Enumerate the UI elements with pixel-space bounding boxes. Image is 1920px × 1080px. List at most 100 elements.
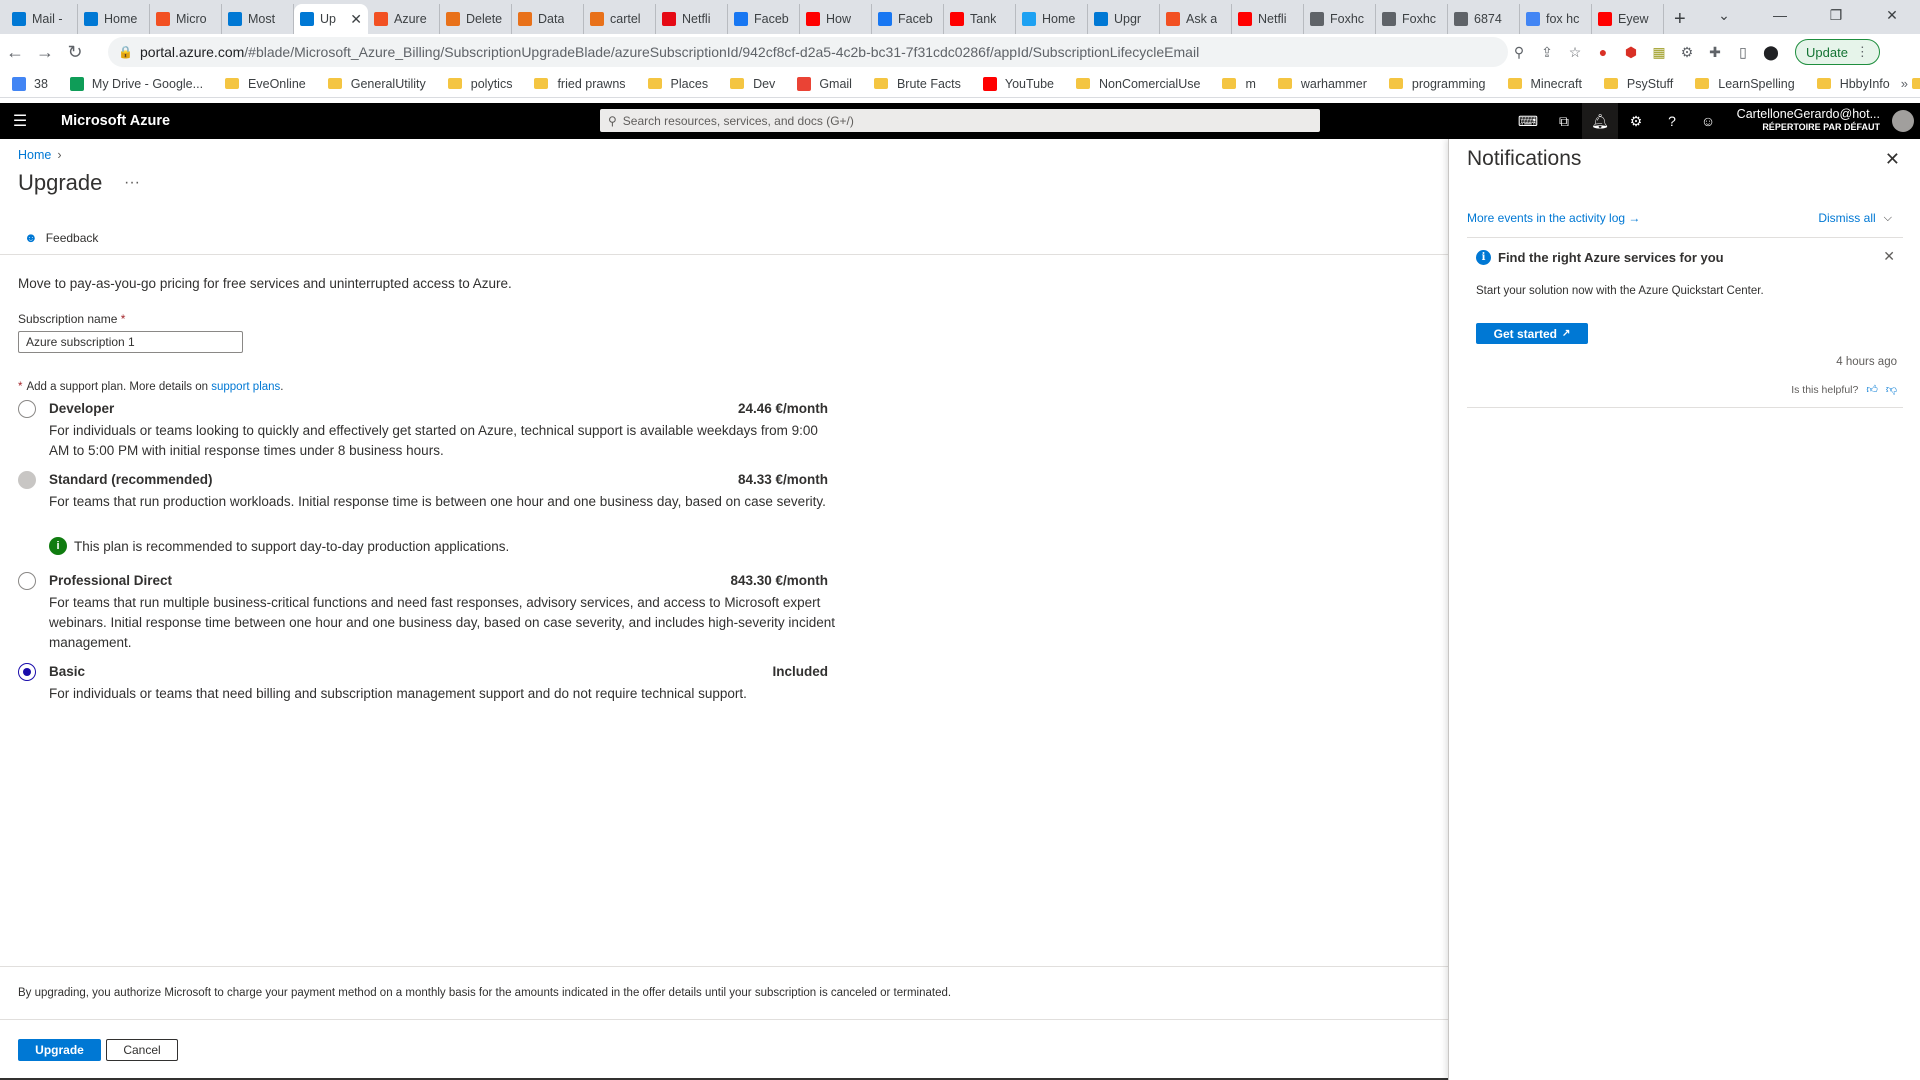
bookmark-item[interactable]: GameAssets	[1911, 77, 1920, 91]
browser-tab[interactable]: Tank	[944, 4, 1016, 34]
feedback-button[interactable]: ☻ Feedback	[24, 230, 98, 245]
browser-tab[interactable]: Foxhc	[1376, 4, 1448, 34]
bookmarks-overflow-icon[interactable]: »	[1901, 76, 1908, 91]
notes-extension-icon[interactable]: ▦	[1645, 44, 1673, 61]
notifications-bell-icon[interactable]: 🔔︎	[1582, 103, 1618, 139]
browser-tab[interactable]: Data	[512, 4, 584, 34]
browser-tab[interactable]: Most	[222, 4, 294, 34]
restore-button[interactable]: ❐	[1808, 0, 1864, 30]
browser-tab[interactable]: fox hc	[1520, 4, 1592, 34]
cancel-button[interactable]: Cancel	[106, 1039, 178, 1061]
thumbs-up-icon[interactable]: 👍︎	[1866, 383, 1878, 396]
browser-tab[interactable]: Upgr	[1088, 4, 1160, 34]
browser-tab[interactable]: Faceb	[728, 4, 800, 34]
breadcrumb-home-link[interactable]: Home	[18, 148, 51, 162]
share-icon[interactable]: ⇪	[1533, 44, 1561, 61]
directory-filter-icon[interactable]: ⧉	[1546, 103, 1582, 139]
plan-professional-direct-radio[interactable]	[18, 572, 36, 590]
plan-developer-radio[interactable]	[18, 400, 36, 418]
opera-extension-icon[interactable]: ●	[1589, 44, 1617, 60]
bookmark-item[interactable]: Brute Facts	[873, 77, 961, 91]
profile-avatar-icon[interactable]: ⬤	[1757, 44, 1785, 61]
bookmark-item[interactable]: warhammer	[1277, 77, 1367, 91]
browser-tab[interactable]: Eyew	[1592, 4, 1664, 34]
zoom-icon[interactable]: ⚲	[1505, 44, 1533, 61]
browser-tab[interactable]: Foxhc	[1304, 4, 1376, 34]
plan-basic-radio[interactable]	[18, 663, 36, 681]
bookmark-item[interactable]: fried prawns	[534, 77, 626, 91]
browser-tab[interactable]: Delete	[440, 4, 512, 34]
bookmark-item[interactable]: GeneralUtility	[327, 77, 426, 91]
bookmark-item[interactable]: EveOnline	[225, 77, 306, 91]
back-button[interactable]: ←	[0, 42, 30, 63]
bookmark-item[interactable]: polytics	[447, 77, 512, 91]
browser-tab[interactable]: Mail -	[6, 4, 78, 34]
help-icon[interactable]: ?	[1654, 103, 1690, 139]
browser-tab[interactable]: Azure	[368, 4, 440, 34]
tab-label: Faceb	[898, 12, 933, 26]
browser-tab[interactable]: Netfli	[1232, 4, 1304, 34]
update-label: Update	[1806, 44, 1848, 60]
bookmark-item[interactable]: Gmail	[797, 76, 852, 91]
subscription-name-input[interactable]	[18, 331, 243, 353]
browser-tab[interactable]: Up ✕	[294, 4, 368, 34]
close-icon[interactable]: ✕	[1885, 149, 1900, 170]
tab-search-icon[interactable]: ⌄	[1696, 0, 1752, 30]
bookmark-item[interactable]: Minecraft	[1507, 77, 1582, 91]
update-button[interactable]: Update ⋮	[1795, 39, 1880, 65]
side-panel-icon[interactable]: ▯	[1729, 44, 1757, 61]
global-search-input[interactable]: ⚲ Search resources, services, and docs (…	[600, 109, 1320, 132]
cloud-shell-icon[interactable]: ⌨	[1510, 103, 1546, 139]
browser-tab[interactable]: Ask a	[1160, 4, 1232, 34]
tab-close-icon[interactable]: ✕	[350, 11, 362, 28]
adblock-extension-icon[interactable]: ⬢	[1617, 44, 1645, 61]
browser-tab[interactable]: Micro	[150, 4, 222, 34]
account-info[interactable]: CartelloneGerardo@hot... RÉPERTOIRE PAR …	[1737, 108, 1880, 134]
bookmark-item[interactable]: Dev	[730, 77, 775, 91]
browser-tab[interactable]: Netfli	[656, 4, 728, 34]
brand-logo-text[interactable]: Microsoft Azure	[61, 113, 170, 129]
bookmark-item[interactable]: Places	[647, 77, 708, 91]
browser-tab[interactable]: cartel	[584, 4, 656, 34]
browser-tab[interactable]: How	[800, 4, 872, 34]
dismiss-all-button[interactable]: Dismiss all ⌵	[1818, 211, 1892, 225]
plan-name: Professional Direct	[49, 573, 173, 588]
dismiss-notification-icon[interactable]: ✕	[1883, 248, 1895, 265]
new-tab-button[interactable]: +	[1674, 4, 1686, 34]
minimize-button[interactable]: —	[1752, 0, 1808, 30]
bookmark-star-icon[interactable]: ☆	[1561, 44, 1589, 61]
more-options-button[interactable]: ···	[124, 174, 140, 192]
support-plans-link[interactable]: support plans	[211, 381, 280, 393]
bookmark-item[interactable]: YouTube	[982, 76, 1054, 91]
url-input[interactable]: 🔒 portal.azure.com/#blade/Microsoft_Azur…	[108, 37, 1508, 67]
bookmark-item[interactable]: NonComercialUse	[1076, 77, 1200, 91]
get-started-button[interactable]: Get started ↗	[1476, 323, 1588, 344]
bookmark-item[interactable]: m	[1222, 77, 1256, 91]
extension-icon[interactable]: ⚙	[1673, 44, 1701, 61]
browser-tab[interactable]: Home	[78, 4, 150, 34]
tab-favicon-icon	[156, 12, 170, 26]
forward-button[interactable]: →	[30, 42, 60, 63]
settings-gear-icon[interactable]: ⚙	[1618, 103, 1654, 139]
reload-button[interactable]: ↻	[60, 42, 90, 63]
feedback-icon[interactable]: ☺	[1690, 103, 1726, 139]
hamburger-menu-icon[interactable]: ☰	[0, 111, 40, 131]
bookmark-item[interactable]: HbbyInfo	[1816, 77, 1890, 91]
browser-tab[interactable]: 6874	[1448, 4, 1520, 34]
close-window-button[interactable]: ✕	[1864, 0, 1920, 30]
bookmark-item[interactable]: PsyStuff	[1603, 77, 1673, 91]
bookmark-item[interactable]: 38	[12, 76, 48, 91]
bookmark-item[interactable]: My Drive - Google...	[69, 76, 203, 91]
chevron-down-icon[interactable]: ⌵	[1884, 212, 1892, 225]
activity-log-link[interactable]: More events in the activity log →	[1467, 211, 1640, 225]
bookmark-item[interactable]: LearnSpelling	[1695, 77, 1795, 91]
upgrade-button[interactable]: Upgrade	[18, 1039, 101, 1061]
browser-tab[interactable]: Faceb	[872, 4, 944, 34]
breadcrumb-separator: ›	[57, 148, 62, 162]
thumbs-down-icon[interactable]: 👎︎	[1886, 383, 1897, 396]
tab-label: Upgr	[1114, 12, 1142, 26]
avatar[interactable]	[1892, 110, 1914, 132]
puzzle-extensions-icon[interactable]: ✚	[1701, 44, 1729, 61]
browser-tab[interactable]: Home	[1016, 4, 1088, 34]
bookmark-item[interactable]: programming	[1388, 77, 1486, 91]
